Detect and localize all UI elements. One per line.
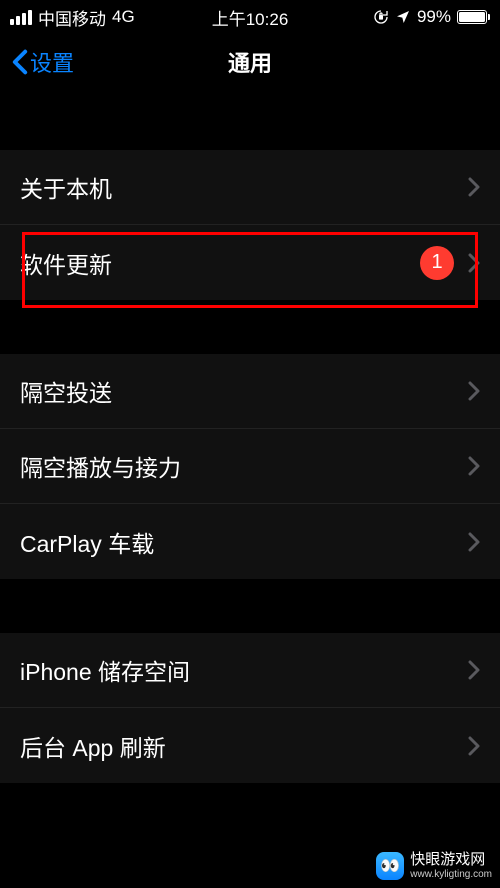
settings-group: 关于本机软件更新1: [0, 150, 500, 300]
settings-row-carplay[interactable]: CarPlay 车载: [0, 504, 500, 579]
page-title: 通用: [228, 46, 272, 78]
settings-list: 关于本机软件更新1 隔空投送隔空播放与接力 CarPlay 车载 iPhone 储存空…: [0, 150, 500, 783]
group-gap: [0, 300, 500, 354]
settings-row-label: 关于本机: [20, 170, 468, 204]
chevron-right-icon: [468, 456, 480, 476]
settings-row-label: CarPlay 车载: [20, 525, 468, 559]
settings-row-about[interactable]: 关于本机: [0, 150, 500, 225]
nav-bar: 设置 通用: [0, 34, 500, 90]
status-left: 中国移动 4G: [10, 5, 135, 30]
chevron-right-icon: [468, 177, 480, 197]
status-bar: 中国移动 4G 上午10:26 99%: [0, 0, 500, 34]
location-icon: [395, 9, 411, 25]
battery-pct: 99%: [417, 7, 451, 27]
spacer: [0, 90, 500, 150]
group-gap: [0, 579, 500, 633]
settings-row-airplay-handoff[interactable]: 隔空播放与接力: [0, 429, 500, 504]
notification-badge: 1: [420, 246, 454, 280]
rotation-lock-icon: [373, 9, 389, 25]
settings-group: iPhone 储存空间后台 App 刷新: [0, 633, 500, 783]
chevron-right-icon: [468, 660, 480, 680]
chevron-right-icon: [468, 253, 480, 273]
settings-row-label: 后台 App 刷新: [20, 729, 468, 763]
battery-icon: [457, 10, 490, 24]
settings-row-iphone-storage[interactable]: iPhone 储存空间: [0, 633, 500, 708]
signal-strength-icon: [10, 10, 32, 25]
settings-row-label: iPhone 储存空间: [20, 653, 468, 687]
watermark-title: 快眼游戏网: [410, 852, 492, 869]
status-right: 99%: [373, 7, 490, 27]
network-label: 4G: [112, 7, 135, 27]
settings-row-software-update[interactable]: 软件更新1: [0, 225, 500, 300]
settings-row-airdrop[interactable]: 隔空投送: [0, 354, 500, 429]
back-button[interactable]: 设置: [12, 46, 74, 78]
status-time: 上午10:26: [212, 5, 289, 30]
back-label: 设置: [30, 46, 74, 78]
settings-row-background-app-refresh[interactable]: 后台 App 刷新: [0, 708, 500, 783]
chevron-right-icon: [468, 381, 480, 401]
watermark: 👀 快眼游戏网 www.kyligting.com: [376, 852, 492, 880]
settings-row-label: 软件更新: [20, 246, 420, 280]
chevron-right-icon: [468, 736, 480, 756]
watermark-logo-icon: 👀: [376, 852, 404, 880]
settings-group: 隔空投送隔空播放与接力 CarPlay 车载: [0, 354, 500, 579]
settings-row-label: 隔空投送: [20, 374, 468, 408]
chevron-left-icon: [12, 49, 28, 75]
settings-row-label: 隔空播放与接力: [20, 449, 468, 483]
watermark-sub: www.kyligting.com: [410, 869, 492, 880]
chevron-right-icon: [468, 532, 480, 552]
carrier-label: 中国移动: [38, 5, 106, 30]
